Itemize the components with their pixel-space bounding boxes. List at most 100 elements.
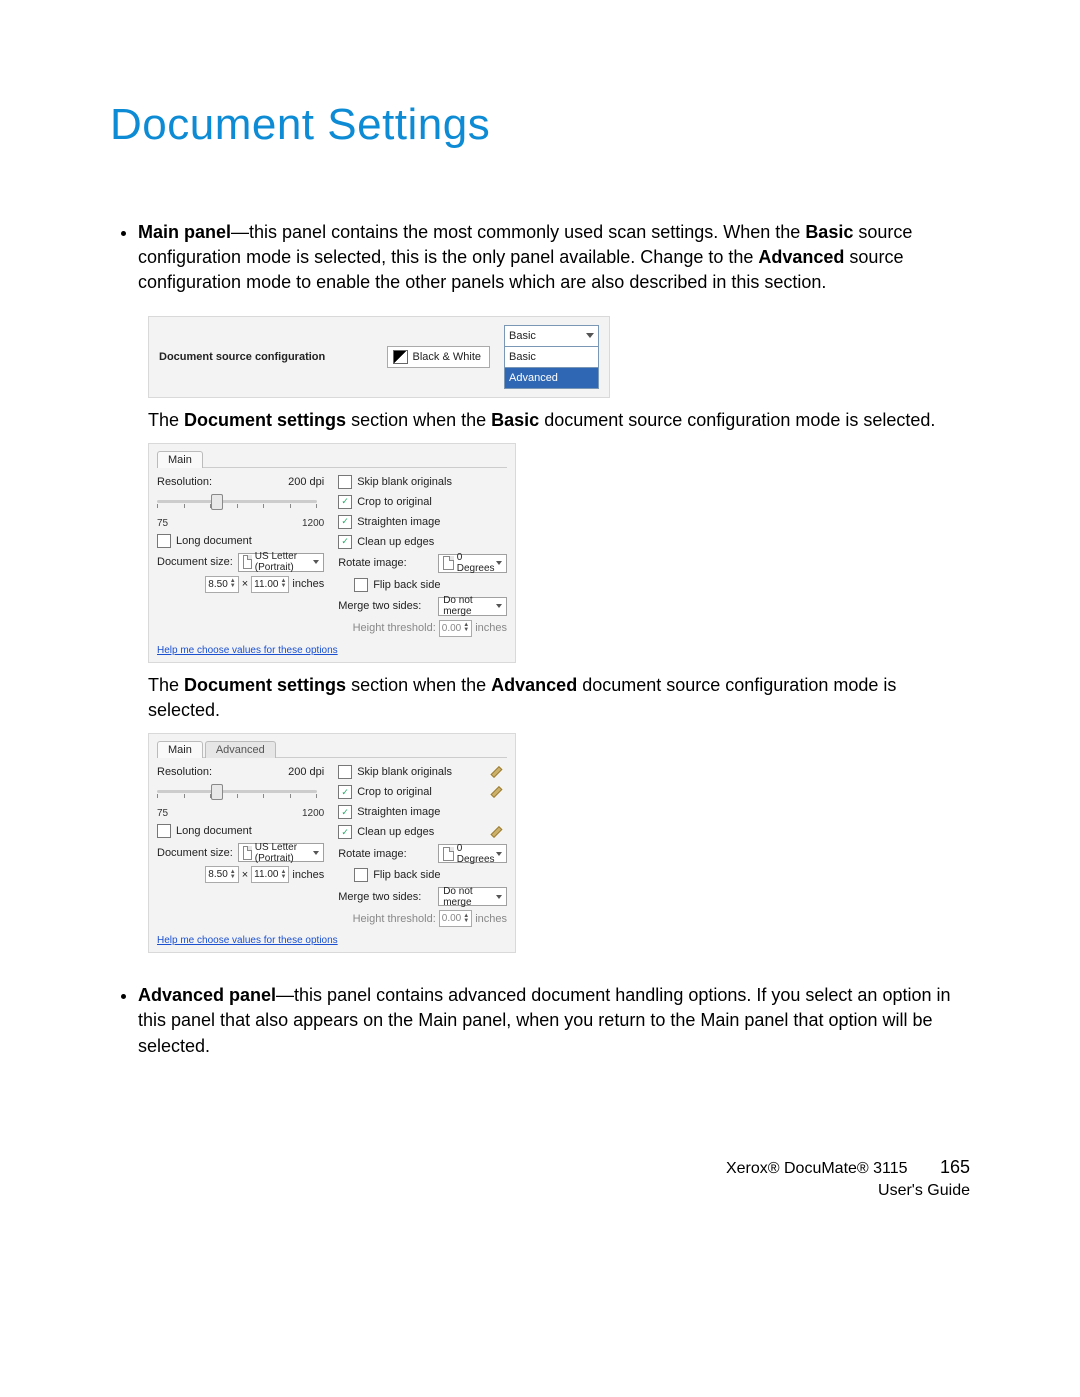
bw-icon xyxy=(393,350,408,364)
mode-dropdown-value: Basic xyxy=(509,330,536,342)
footer-guide: User's Guide xyxy=(726,1180,970,1202)
figure-settings-advanced: Main Advanced Resolution: 200 dpi 75 120… xyxy=(148,733,516,953)
footer-product: Xerox® DocuMate® 3115 xyxy=(726,1160,908,1177)
document-size-label: Document size: xyxy=(157,847,233,859)
crop-label: Crop to original xyxy=(357,786,432,798)
chevron-down-icon xyxy=(496,895,502,899)
flip-checkbox[interactable] xyxy=(354,868,368,882)
bullet2-lead: Advanced panel xyxy=(138,985,276,1005)
straighten-label: Straighten image xyxy=(357,516,440,528)
mode-dropdown-selected[interactable]: Basic xyxy=(504,325,599,347)
color-mode-display: Black & White xyxy=(387,346,490,368)
slider-min: 75 xyxy=(157,808,168,819)
height-threshold-units: inches xyxy=(475,913,507,925)
skip-blank-checkbox[interactable] xyxy=(338,765,352,779)
clean-checkbox[interactable] xyxy=(338,825,352,839)
resolution-label: Resolution: xyxy=(157,476,212,488)
page-icon xyxy=(443,556,454,570)
resolution-slider[interactable] xyxy=(157,494,317,516)
resolution-label: Resolution: xyxy=(157,766,212,778)
chevron-down-icon xyxy=(313,560,319,564)
merge-dropdown[interactable]: Do not merge xyxy=(438,887,507,906)
tab-main[interactable]: Main xyxy=(157,741,203,758)
chevron-down-icon xyxy=(586,333,594,338)
footer-page-number: 165 xyxy=(930,1155,970,1180)
caption-basic: The Document settings section when the B… xyxy=(148,408,970,433)
mode-option-basic[interactable]: Basic xyxy=(504,347,599,368)
flip-label: Flip back side xyxy=(373,579,440,591)
crop-checkbox[interactable] xyxy=(338,495,352,509)
rotate-dropdown[interactable]: 0 Degrees xyxy=(438,554,507,573)
flip-label: Flip back side xyxy=(373,869,440,881)
document-size-dropdown[interactable]: US Letter (Portrait) xyxy=(238,843,324,862)
skip-blank-label: Skip blank originals xyxy=(357,476,452,488)
merge-label: Merge two sides: xyxy=(338,891,433,903)
help-link[interactable]: Help me choose values for these options xyxy=(157,935,507,946)
clean-label: Clean up edges xyxy=(357,536,434,548)
height-spinner[interactable]: 11.00▲▼ xyxy=(251,576,289,593)
straighten-checkbox[interactable] xyxy=(338,805,352,819)
chevron-down-icon xyxy=(496,604,502,608)
clean-label: Clean up edges xyxy=(357,826,434,838)
merge-dropdown[interactable]: Do not merge xyxy=(438,597,507,616)
slider-max: 1200 xyxy=(302,808,324,819)
bullet-main-panel: Main panel—this panel contains the most … xyxy=(138,220,970,296)
rotate-dropdown[interactable]: 0 Degrees xyxy=(438,844,507,863)
bullet-bold3: Advanced xyxy=(758,247,844,267)
slider-min: 75 xyxy=(157,518,168,529)
crop-checkbox[interactable] xyxy=(338,785,352,799)
skip-blank-checkbox[interactable] xyxy=(338,475,352,489)
flip-checkbox[interactable] xyxy=(354,578,368,592)
long-document-checkbox[interactable] xyxy=(157,534,171,548)
long-document-label: Long document xyxy=(176,825,252,837)
height-spinner[interactable]: 11.00▲▼ xyxy=(251,866,289,883)
bw-text: Black & White xyxy=(413,351,481,363)
long-document-checkbox[interactable] xyxy=(157,824,171,838)
long-document-label: Long document xyxy=(176,535,252,547)
pencil-icon[interactable] xyxy=(493,785,507,799)
source-config-label: Document source configuration xyxy=(159,351,373,363)
bullet-advanced-panel: Advanced panel—this panel contains advan… xyxy=(138,983,970,1059)
chevron-down-icon xyxy=(313,851,319,855)
straighten-checkbox[interactable] xyxy=(338,515,352,529)
height-threshold-label: Height threshold: xyxy=(353,622,436,634)
caption-advanced: The Document settings section when the A… xyxy=(148,673,970,723)
help-link[interactable]: Help me choose values for these options xyxy=(157,645,507,656)
width-spinner[interactable]: 8.50▲▼ xyxy=(205,576,238,593)
page-icon xyxy=(243,846,252,860)
times-label: × xyxy=(242,869,248,881)
slider-max: 1200 xyxy=(302,518,324,529)
chevron-down-icon xyxy=(496,852,502,856)
bullet-lead: Main panel xyxy=(138,222,231,242)
pencil-icon[interactable] xyxy=(493,825,507,839)
document-size-label: Document size: xyxy=(157,556,233,568)
pencil-icon[interactable] xyxy=(493,765,507,779)
tab-advanced[interactable]: Advanced xyxy=(205,741,276,758)
width-spinner[interactable]: 8.50▲▼ xyxy=(205,866,238,883)
chevron-down-icon xyxy=(496,561,502,565)
page-footer: Xerox® DocuMate® 3115 165 User's Guide xyxy=(726,1155,970,1203)
page-icon xyxy=(443,847,454,861)
resolution-value: 200 dpi xyxy=(288,476,324,488)
resolution-value: 200 dpi xyxy=(288,766,324,778)
straighten-label: Straighten image xyxy=(357,806,440,818)
figure-source-config: Document source configuration Black & Wh… xyxy=(148,316,610,398)
height-threshold-units: inches xyxy=(475,622,507,634)
rotate-label: Rotate image: xyxy=(338,557,433,569)
rotate-label: Rotate image: xyxy=(338,848,433,860)
tab-main[interactable]: Main xyxy=(157,451,203,468)
merge-label: Merge two sides: xyxy=(338,600,433,612)
clean-checkbox[interactable] xyxy=(338,535,352,549)
units-label: inches xyxy=(292,578,324,590)
page-title: Document Settings xyxy=(110,100,970,150)
mode-option-advanced[interactable]: Advanced xyxy=(504,368,599,389)
units-label: inches xyxy=(292,869,324,881)
document-size-dropdown[interactable]: US Letter (Portrait) xyxy=(238,553,324,572)
resolution-slider[interactable] xyxy=(157,784,317,806)
height-threshold-spinner: 0.00▲▼ xyxy=(439,620,472,637)
figure-settings-basic: Main Resolution: 200 dpi 75 1200 xyxy=(148,443,516,663)
mode-dropdown-open[interactable]: Basic Basic Advanced xyxy=(504,325,599,389)
times-label: × xyxy=(242,578,248,590)
height-threshold-label: Height threshold: xyxy=(353,913,436,925)
bullet-text: —this panel contains the most commonly u… xyxy=(231,222,805,242)
